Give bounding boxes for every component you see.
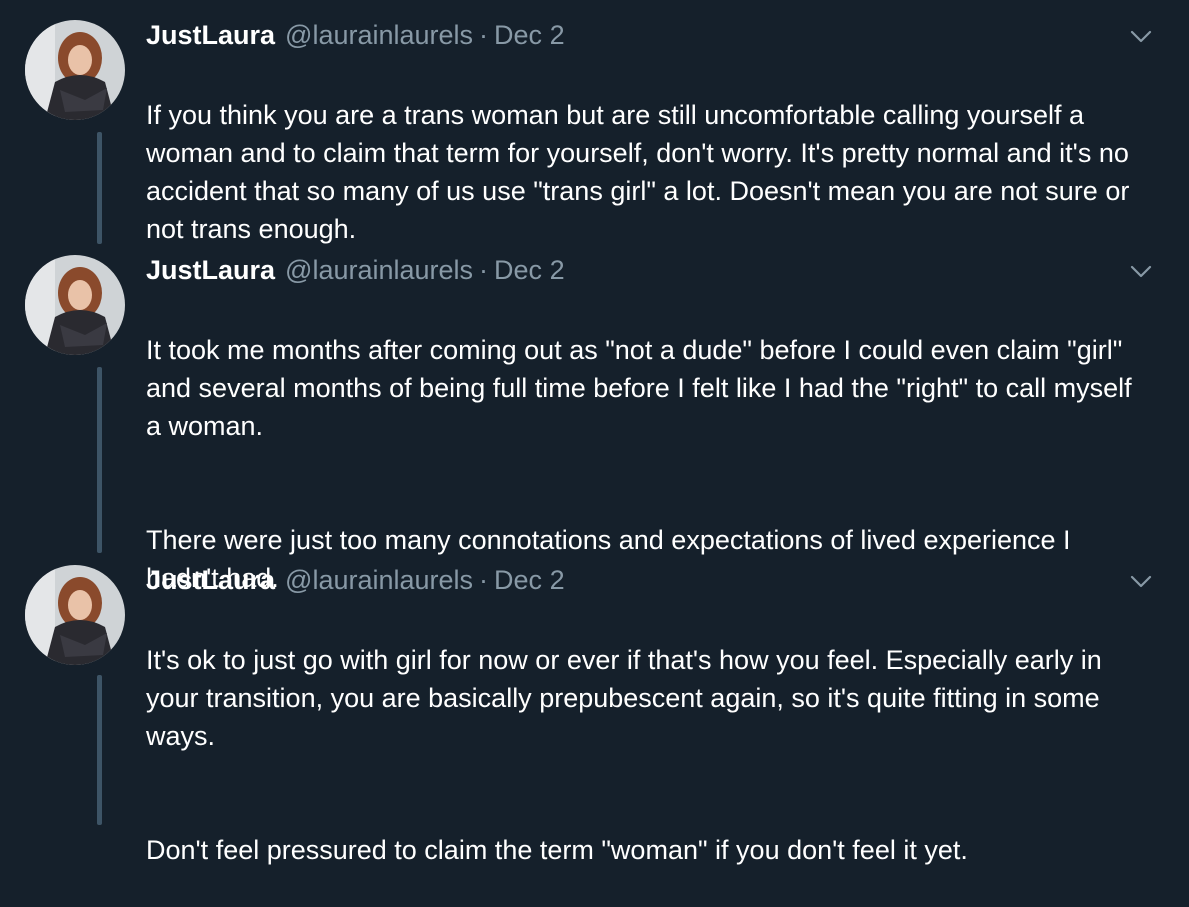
separator-dot: · (479, 255, 489, 285)
display-name[interactable]: JustLaura (146, 565, 275, 596)
thread-connector-line (97, 367, 102, 553)
display-name[interactable]: JustLaura (146, 255, 275, 286)
user-handle[interactable]: @laurainlaurels (285, 20, 473, 51)
user-handle[interactable]: @laurainlaurels (285, 565, 473, 596)
chevron-down-icon[interactable] (1130, 265, 1152, 279)
tweet-text: If you think you are a trans woman but a… (146, 58, 1149, 286)
tweet-date[interactable]: Dec 2 (494, 20, 565, 51)
tweet-header: JustLaura @laurainlaurels · Dec 2 (146, 20, 1149, 56)
avatar[interactable] (25, 565, 125, 665)
chevron-down-icon[interactable] (1130, 30, 1152, 44)
tweet[interactable]: JustLaura @laurainlaurels · Dec 2 It's o… (0, 565, 1189, 865)
tweet-paragraph: It's ok to just go with girl for now or … (146, 645, 1102, 751)
tweet[interactable]: JustLaura @laurainlaurels · Dec 2 If you… (0, 20, 1189, 250)
display-name[interactable]: JustLaura (146, 20, 275, 51)
tweet-date[interactable]: Dec 2 (494, 255, 565, 286)
avatar[interactable] (25, 255, 125, 355)
tweet-thread: JustLaura @laurainlaurels · Dec 2 If you… (0, 0, 1189, 865)
profile-photo-icon (25, 20, 125, 120)
profile-photo-icon (25, 565, 125, 665)
tweet-paragraph: If you think you are a trans woman but a… (146, 100, 1130, 244)
chevron-down-icon[interactable] (1130, 575, 1152, 589)
tweet-paragraph: Don't feel pressured to claim the term "… (146, 835, 968, 865)
tweet-paragraph: It took me months after coming out as "n… (146, 335, 1132, 441)
thread-connector-line (97, 675, 102, 825)
tweet-header: JustLaura @laurainlaurels · Dec 2 (146, 565, 1149, 601)
tweet-content: JustLaura @laurainlaurels · Dec 2 If you… (146, 20, 1152, 286)
tweet-header: JustLaura @laurainlaurels · Dec 2 (146, 255, 1149, 291)
user-handle[interactable]: @laurainlaurels (285, 255, 473, 286)
tweet-content: JustLaura @laurainlaurels · Dec 2 It's o… (146, 565, 1152, 907)
avatar[interactable] (25, 20, 125, 120)
separator-dot: · (479, 20, 489, 50)
tweet-date[interactable]: Dec 2 (494, 565, 565, 596)
thread-connector-line (97, 132, 102, 244)
profile-photo-icon (25, 255, 125, 355)
tweet[interactable]: JustLaura @laurainlaurels · Dec 2 It too… (0, 255, 1189, 593)
tweet-text: It's ok to just go with girl for now or … (146, 603, 1149, 907)
separator-dot: · (479, 565, 489, 595)
